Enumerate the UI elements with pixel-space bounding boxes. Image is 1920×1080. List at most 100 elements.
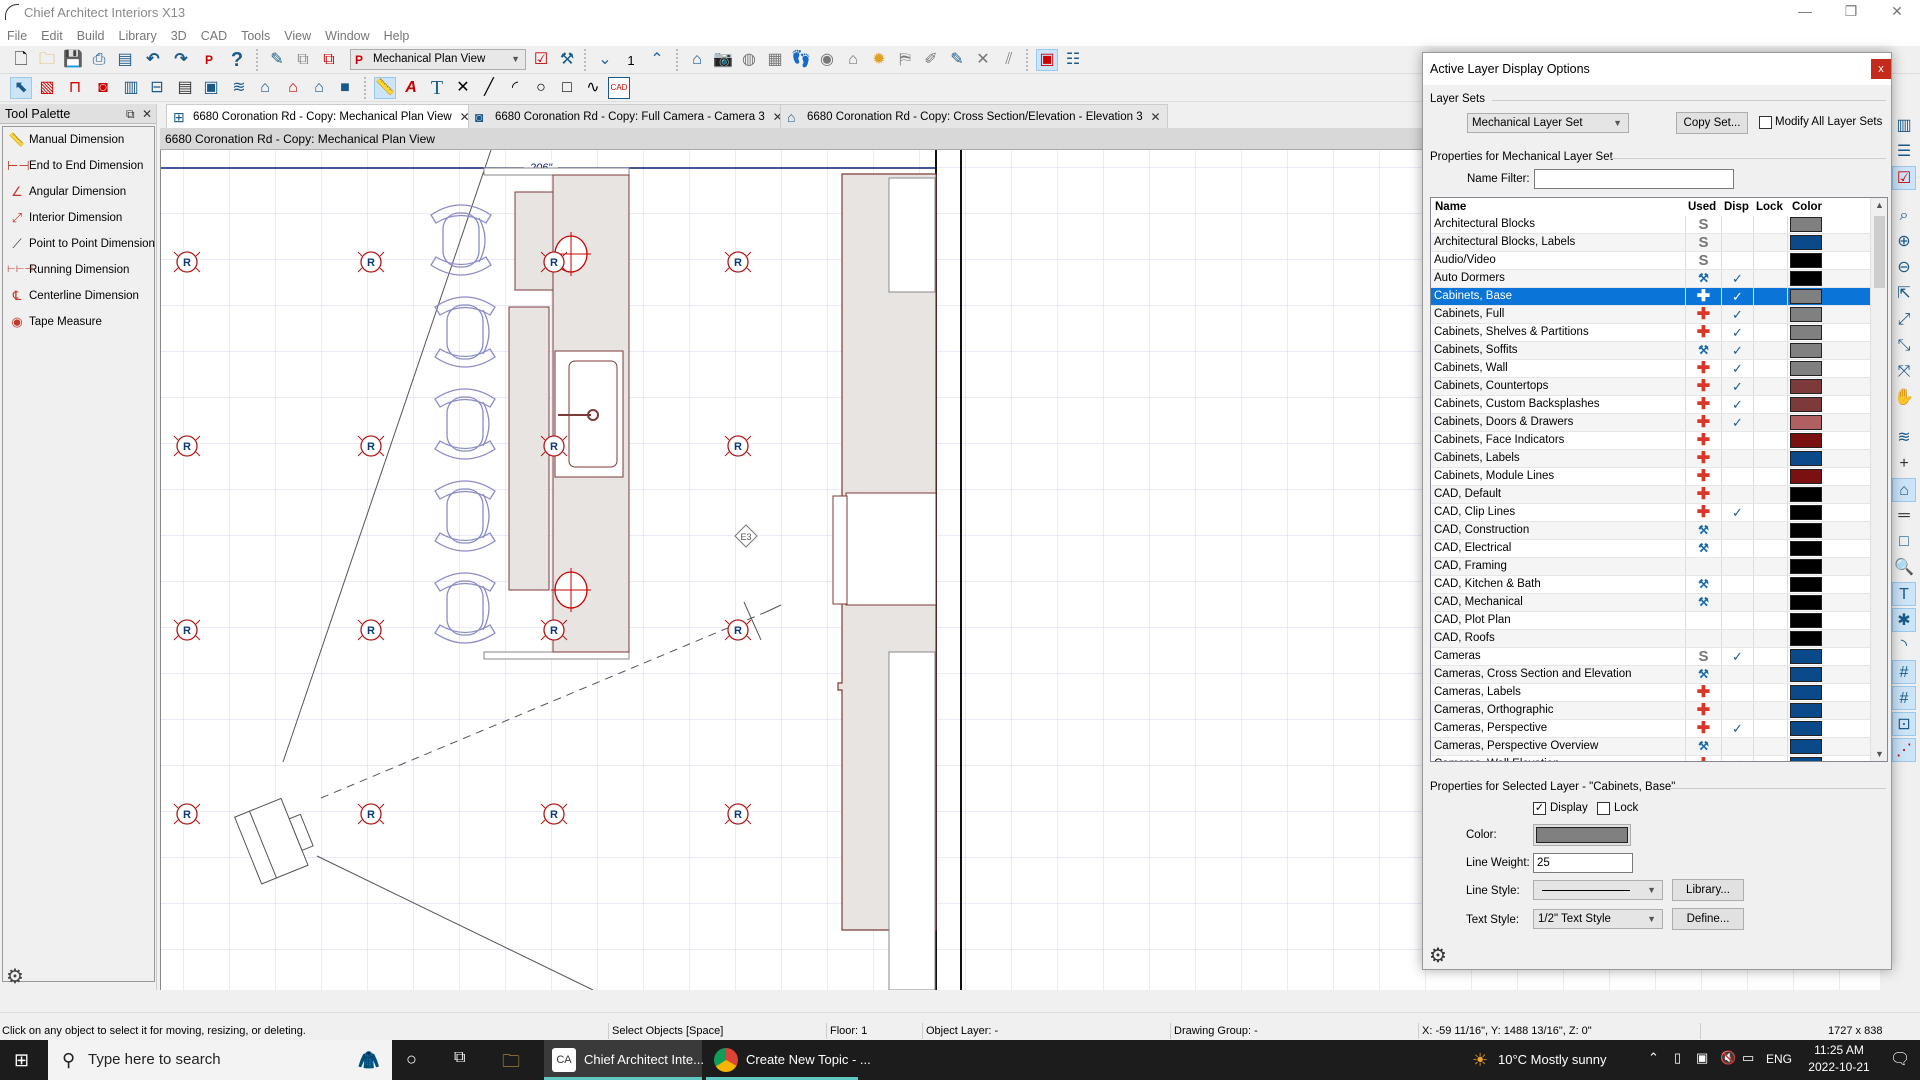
layer-lock-toggle[interactable] bbox=[1754, 720, 1788, 737]
close-window-button[interactable]: ✕ bbox=[1874, 0, 1920, 26]
layer-row[interactable]: CAD, Clip Lines ✚ ✓ bbox=[1431, 504, 1871, 522]
menu-edit[interactable]: Edit bbox=[34, 26, 70, 46]
layer-checklist-icon[interactable]: ☑ bbox=[530, 49, 552, 71]
layer-color-cell[interactable] bbox=[1788, 378, 1824, 395]
layer-row[interactable]: Cabinets, Face Indicators ✚ bbox=[1431, 432, 1871, 450]
text-style-dropdown[interactable]: 1/2" Text Style ▼ bbox=[1533, 909, 1663, 929]
layer-lock-toggle[interactable] bbox=[1754, 342, 1788, 359]
layer-display-toggle[interactable]: ✓ bbox=[1722, 342, 1754, 359]
layer-row[interactable]: Cameras, Labels ✚ bbox=[1431, 684, 1871, 702]
fill-window-building-icon[interactable]: ⤡ bbox=[1892, 334, 1916, 358]
project-browser-icon[interactable]: ☰ bbox=[1892, 140, 1916, 164]
define-button[interactable]: Define... bbox=[1672, 908, 1744, 930]
layer-display-toggle[interactable] bbox=[1722, 666, 1754, 683]
save-view-as-icon[interactable]: ⧉ bbox=[318, 49, 340, 71]
window-tool-icon[interactable]: ⊟ bbox=[146, 77, 168, 99]
layer-lock-toggle[interactable] bbox=[1754, 522, 1788, 539]
layer-lock-toggle[interactable] bbox=[1754, 540, 1788, 557]
island-cabinet[interactable] bbox=[514, 191, 554, 291]
wrench-icon[interactable]: ⚒ bbox=[556, 49, 578, 71]
layer-row[interactable]: Cameras, Perspective Overview ⚒ bbox=[1431, 738, 1871, 756]
layer-display-toggle[interactable] bbox=[1722, 468, 1754, 485]
object-snap-toggle-icon[interactable]: ⊡ bbox=[1892, 712, 1916, 736]
zoom-in-icon[interactable]: ⊕ bbox=[1892, 230, 1916, 254]
menu-window[interactable]: Window bbox=[318, 26, 376, 46]
close-tab-icon[interactable]: ✕ bbox=[1151, 105, 1161, 129]
property-icon[interactable]: P bbox=[198, 49, 220, 71]
layer-row[interactable]: Cameras, Perspective ✚ ✓ bbox=[1431, 720, 1871, 738]
cortana-icon[interactable]: ○ bbox=[406, 1049, 417, 1070]
layer-color-cell[interactable] bbox=[1788, 648, 1824, 665]
dimension-defaults-icon[interactable]: ═ bbox=[1892, 504, 1916, 528]
taskbar-app-chrome[interactable]: Create New Topic - ... bbox=[706, 1040, 871, 1080]
text-tool-icon[interactable]: T bbox=[426, 77, 448, 99]
building-tool-icon[interactable]: ⌂ bbox=[254, 77, 276, 99]
battery-icon[interactable]: ▭ bbox=[1742, 1050, 1754, 1066]
lock-checkbox[interactable] bbox=[1597, 802, 1610, 815]
layer-row[interactable]: CAD, Plot Plan bbox=[1431, 612, 1871, 630]
text-angle-icon[interactable]: T bbox=[1892, 582, 1916, 606]
layer-row[interactable]: Cameras, Orthographic ✚ bbox=[1431, 702, 1871, 720]
layer-lock-toggle[interactable] bbox=[1754, 288, 1788, 305]
active-layer-display-icon[interactable]: ☑ bbox=[1892, 166, 1916, 190]
layer-color-cell[interactable] bbox=[1788, 216, 1824, 233]
dollhouse-icon[interactable]: ⌂ bbox=[842, 49, 864, 71]
notifications-icon[interactable]: 🗨 bbox=[1890, 1049, 1910, 1069]
layer-row[interactable]: Cabinets, Base ✚ ✓ bbox=[1431, 288, 1871, 306]
column-used[interactable]: Used bbox=[1688, 201, 1716, 213]
column-color[interactable]: Color bbox=[1792, 201, 1822, 213]
task-view-icon[interactable]: ⧉ bbox=[454, 1049, 465, 1067]
layer-lock-toggle[interactable] bbox=[1754, 306, 1788, 323]
arc-tool-icon[interactable]: ◜ bbox=[504, 77, 526, 99]
layer-display-toggle[interactable] bbox=[1722, 702, 1754, 719]
layer-lock-toggle[interactable] bbox=[1754, 252, 1788, 269]
scroll-up-icon[interactable]: ▲ bbox=[1871, 200, 1887, 210]
cabinet-wall-icon[interactable]: ◙ bbox=[92, 77, 114, 99]
scroll-down-icon[interactable]: ▼ bbox=[1871, 749, 1887, 759]
undo-icon[interactable]: ↶ bbox=[142, 49, 164, 71]
layer-color-cell[interactable] bbox=[1788, 720, 1824, 737]
layer-display-toggle[interactable]: ✓ bbox=[1722, 324, 1754, 341]
layer-display-toggle[interactable] bbox=[1722, 432, 1754, 449]
layer-row[interactable]: Audio/Video S bbox=[1431, 252, 1871, 270]
layer-display-toggle[interactable] bbox=[1722, 738, 1754, 755]
box-tool-icon[interactable]: □ bbox=[556, 77, 578, 99]
windows-start-icon[interactable]: ⊞ bbox=[14, 1050, 29, 1071]
light-icon[interactable]: ✹ bbox=[868, 49, 890, 71]
object-snaps-icon[interactable]: ⌂ bbox=[1892, 478, 1916, 502]
crosshair-icon[interactable]: + bbox=[1892, 452, 1916, 476]
line-weight-input[interactable]: 25 bbox=[1533, 853, 1633, 873]
layer-color-cell[interactable] bbox=[1788, 396, 1824, 413]
layer-color-cell[interactable] bbox=[1788, 522, 1824, 539]
layer-color-cell[interactable] bbox=[1788, 468, 1824, 485]
snap-points-icon[interactable]: ✱ bbox=[1892, 608, 1916, 632]
door-tool-icon[interactable]: ▥ bbox=[120, 77, 142, 99]
menu-cad[interactable]: CAD bbox=[194, 26, 234, 46]
layer-row[interactable]: Cameras, Wall Elevation ✚ ✓ bbox=[1431, 756, 1871, 761]
layer-color-cell[interactable] bbox=[1788, 594, 1824, 611]
clock[interactable]: 11:25 AM 2022-10-21 bbox=[1808, 1043, 1870, 1074]
layer-lock-toggle[interactable] bbox=[1754, 612, 1788, 629]
layer-color-cell[interactable] bbox=[1788, 450, 1824, 467]
layer-row[interactable]: CAD, Kitchen & Bath ⚒ bbox=[1431, 576, 1871, 594]
fill-window-icon[interactable]: ⤢ bbox=[1892, 308, 1916, 332]
view-select-dropdown[interactable]: P Mechanical Plan View ▼ bbox=[350, 49, 526, 70]
layer-color-cell[interactable] bbox=[1788, 540, 1824, 557]
layer-lock-toggle[interactable] bbox=[1754, 756, 1788, 761]
taskbar-app-chief-architect[interactable]: CA Chief Architect Inte... bbox=[544, 1040, 704, 1080]
electrical-tool-icon[interactable]: ▣ bbox=[200, 77, 222, 99]
copy-set-button[interactable]: Copy Set... bbox=[1676, 112, 1748, 134]
layer-row[interactable]: Cabinets, Labels ✚ bbox=[1431, 450, 1871, 468]
palette-item-interior-dimension[interactable]: ⤢ Interior Dimension bbox=[3, 205, 154, 231]
weather-text[interactable]: 10°C Mostly sunny bbox=[1498, 1052, 1607, 1067]
palette-item-centerline-dimension[interactable]: ℄ Centerline Dimension bbox=[3, 283, 154, 309]
cad-block-icon[interactable]: CAD bbox=[608, 77, 630, 99]
layer-display-toggle[interactable]: ✓ bbox=[1722, 306, 1754, 323]
cabinet-tool-icon[interactable]: ▤ bbox=[174, 77, 196, 99]
layer-color-cell[interactable] bbox=[1788, 612, 1824, 629]
bumping-icon[interactable]: ⋰ bbox=[1892, 738, 1916, 762]
tab-full-camera[interactable]: ◙ 6680 Coronation Rd - Copy: Full Camera… bbox=[468, 104, 790, 128]
layer-sets-icon[interactable]: ☷ bbox=[1062, 49, 1084, 71]
tab-cross-section-elevation[interactable]: ⌂ 6680 Coronation Rd - Copy: Cross Secti… bbox=[780, 104, 1168, 128]
name-filter-input[interactable] bbox=[1534, 169, 1734, 189]
